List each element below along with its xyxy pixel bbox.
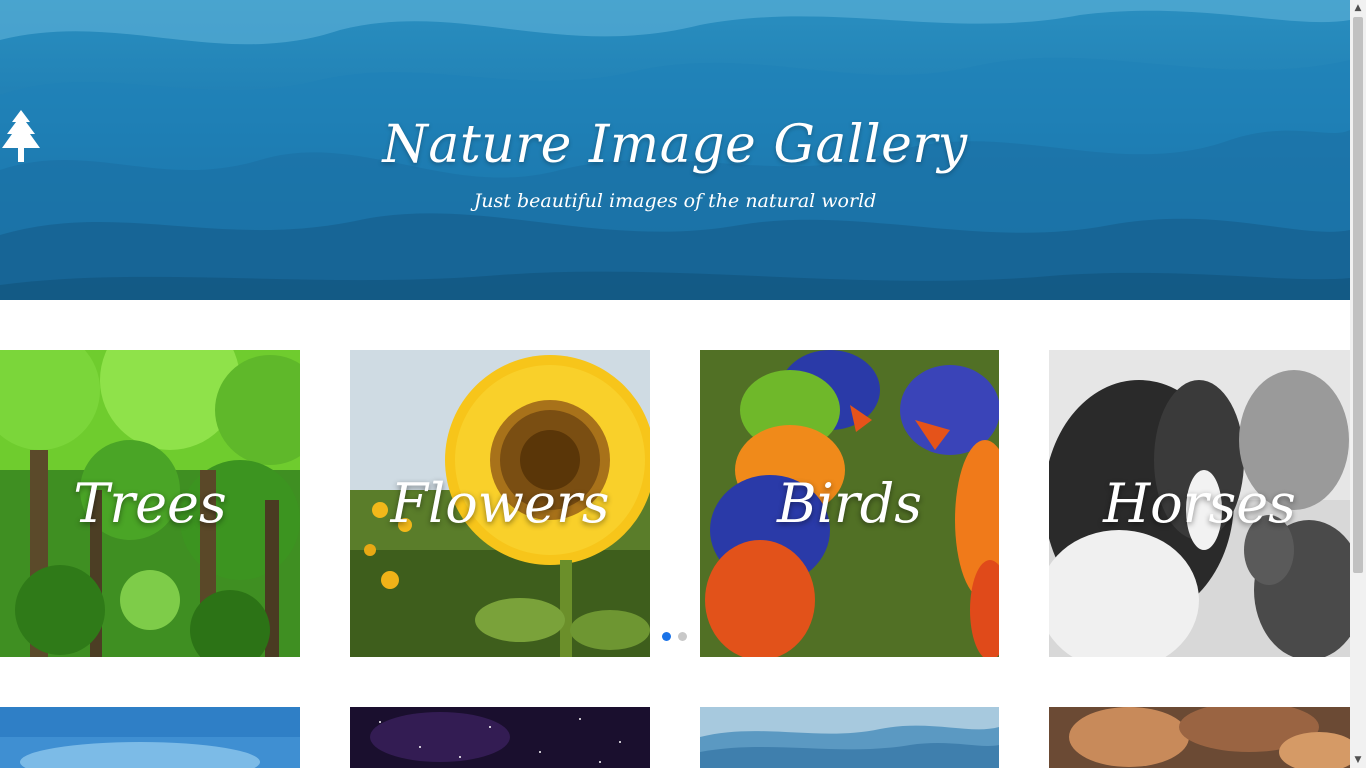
- tile-label-trees: Trees: [73, 472, 227, 535]
- site-title: Nature Image Gallery: [0, 110, 1350, 180]
- tile-label-flowers: Flowers: [390, 472, 610, 535]
- gallery-tile-night-sky[interactable]: [350, 707, 650, 768]
- gallery-tile-mountains[interactable]: [700, 707, 999, 768]
- gallery-tile-trees[interactable]: Trees: [0, 350, 300, 657]
- gallery-tile-birds[interactable]: Birds: [700, 350, 999, 657]
- night-sky-image: [350, 707, 650, 768]
- gallery-tile-horses[interactable]: Horses: [1049, 350, 1350, 657]
- scroll-thumb[interactable]: [1353, 17, 1363, 573]
- tree-icon: [2, 110, 40, 162]
- scroll-down-arrow-icon[interactable]: ▼: [1350, 752, 1366, 768]
- carousel-dot-2[interactable]: [678, 632, 687, 641]
- gallery-tile-sky[interactable]: [0, 707, 300, 768]
- scroll-up-arrow-icon[interactable]: ▲: [1350, 0, 1366, 16]
- canyon-image: [1049, 707, 1350, 768]
- carousel-dots: [662, 632, 687, 641]
- mountains-image: [700, 707, 999, 768]
- sky-image: [0, 707, 300, 768]
- page-scrollbar[interactable]: ▲ ▼: [1350, 0, 1366, 768]
- tile-label-horses: Horses: [1103, 472, 1296, 535]
- hero-banner: Nature Image Gallery Just beautiful imag…: [0, 0, 1350, 300]
- gallery-tile-flowers[interactable]: Flowers: [350, 350, 650, 657]
- gallery-tile-canyon[interactable]: [1049, 707, 1350, 768]
- carousel-dot-1[interactable]: [662, 632, 671, 641]
- site-subtitle: Just beautiful images of the natural wor…: [473, 190, 877, 212]
- site-title-text: Nature Image Gallery: [382, 115, 968, 175]
- tile-label-birds: Birds: [776, 472, 923, 535]
